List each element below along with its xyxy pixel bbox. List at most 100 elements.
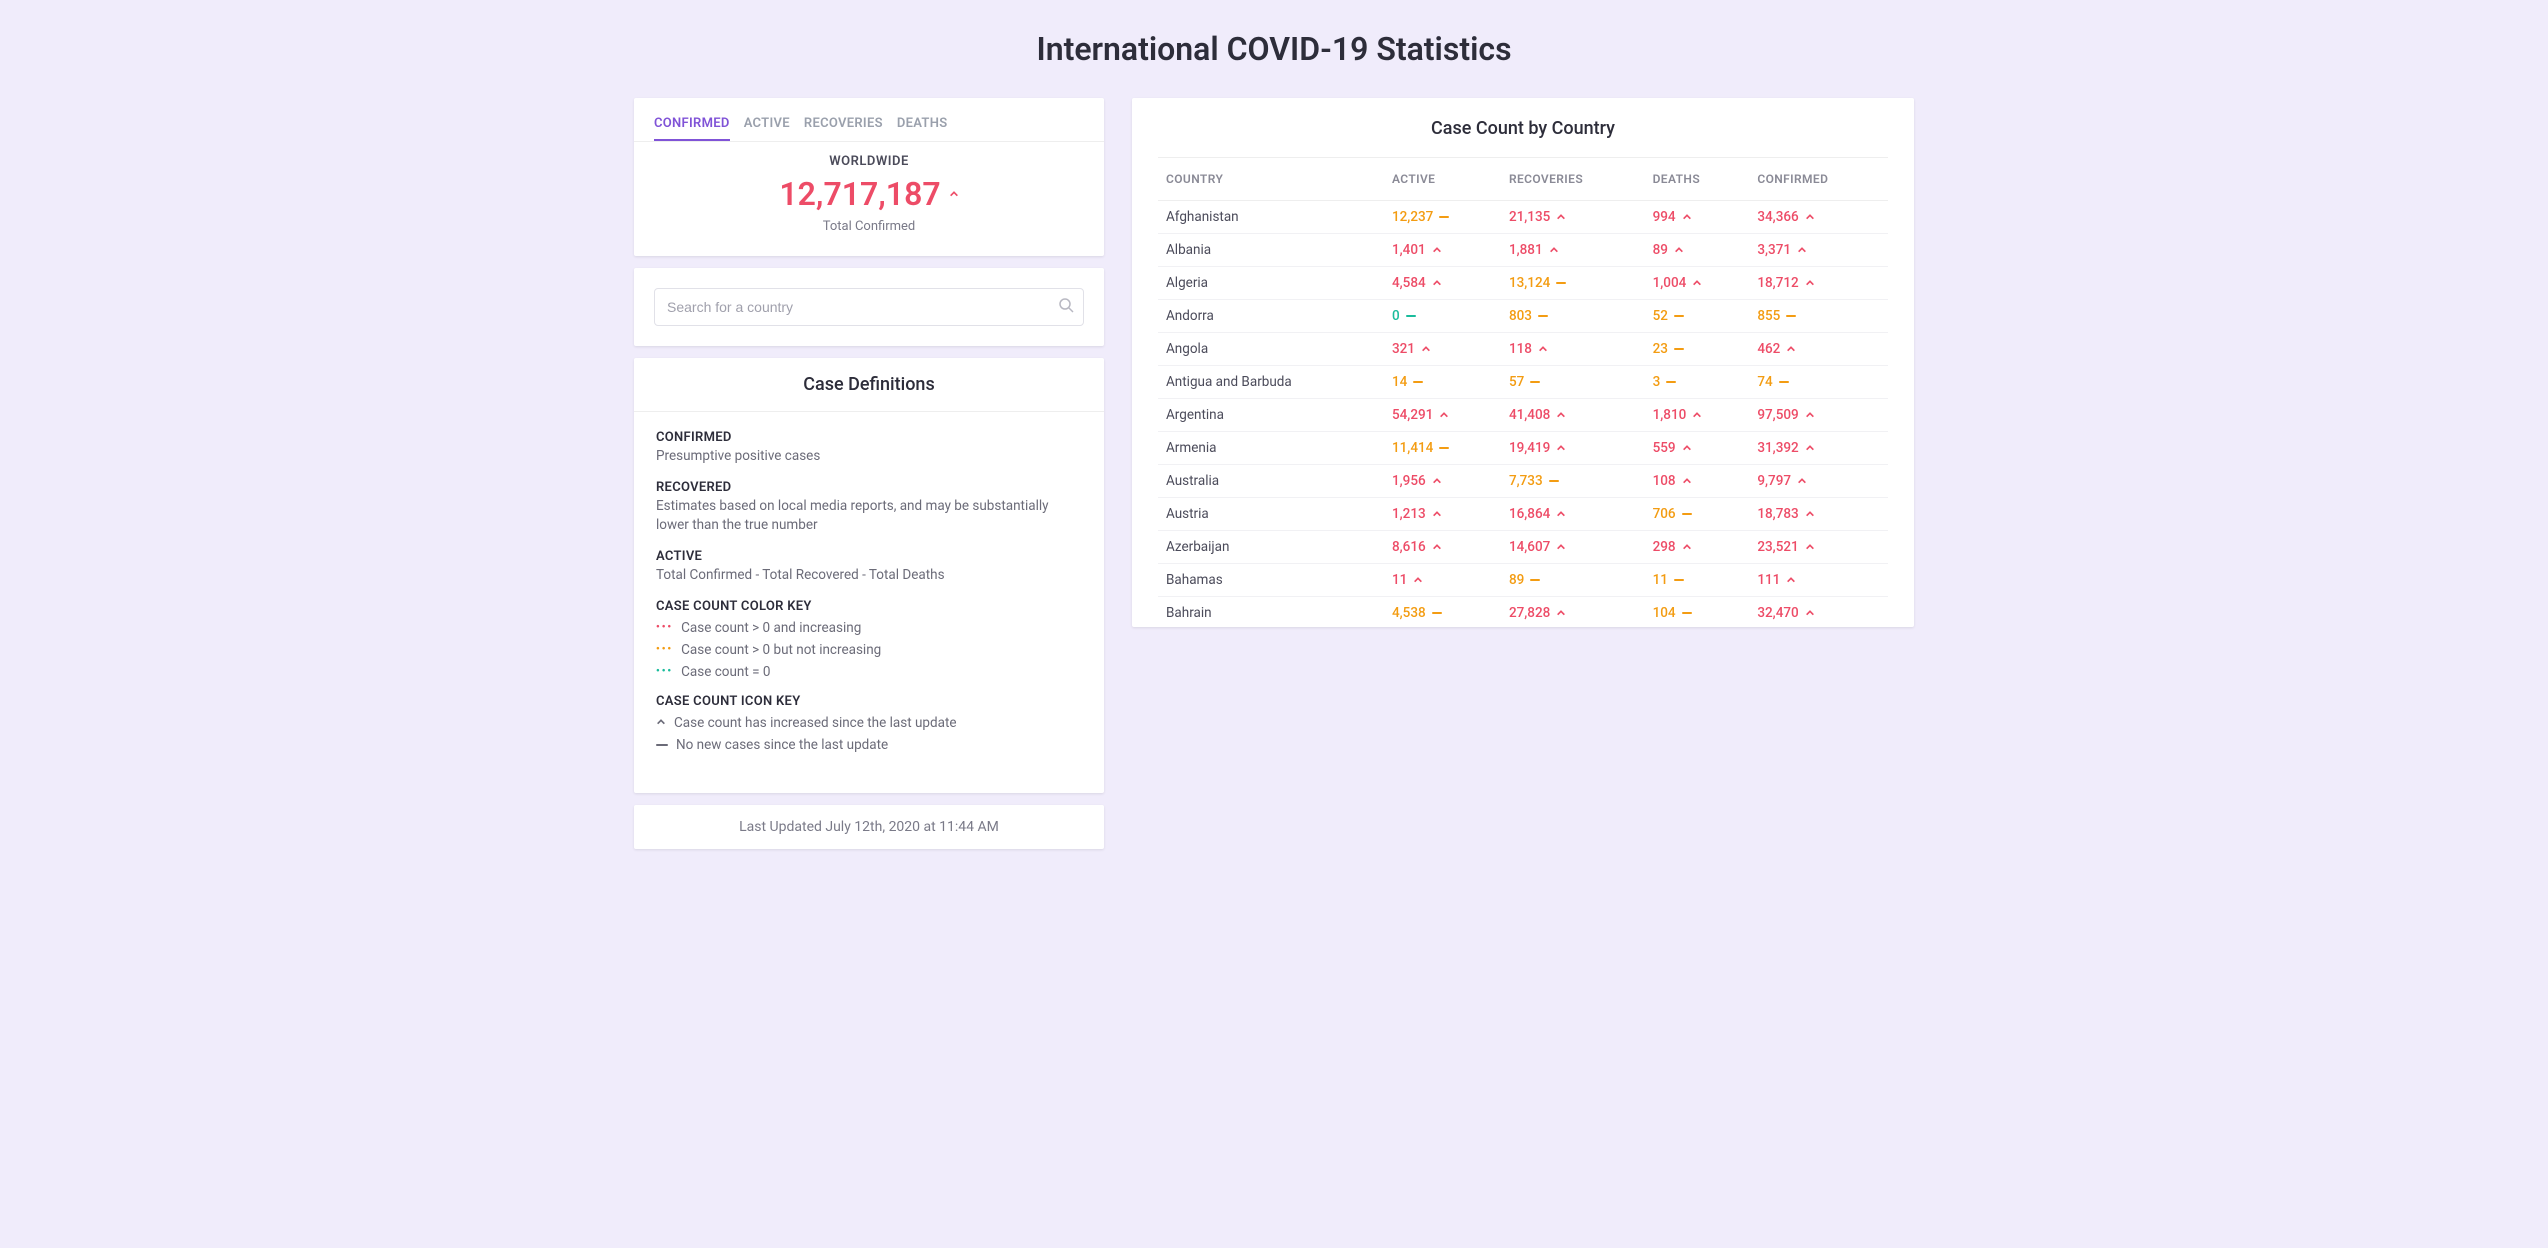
chevron-up-icon (1805, 278, 1815, 288)
chevron-up-icon (1556, 212, 1566, 222)
recoveries-value: 89 (1509, 572, 1540, 588)
confirmed-value: 23,521 (1757, 539, 1814, 555)
chevron-up-icon (1786, 575, 1796, 585)
chevron-up-icon (1432, 245, 1442, 255)
tab-confirmed[interactable]: CONFIRMED (654, 116, 730, 141)
chevron-up-icon (1805, 542, 1815, 552)
def-active-desc: Total Confirmed - Total Recovered - Tota… (656, 566, 1082, 585)
confirmed-value: 31,392 (1757, 440, 1814, 456)
deaths-value: 1,810 (1653, 407, 1703, 423)
confirmed-value: 32,470 (1757, 605, 1814, 621)
chevron-up-icon (1682, 542, 1692, 552)
table-row[interactable]: Andorra080352855 (1158, 300, 1888, 333)
worldwide-number: 12,717,187 (779, 175, 940, 213)
chevron-up-icon (656, 715, 666, 731)
table-row[interactable]: Armenia11,41419,41955931,392 (1158, 432, 1888, 465)
dash-icon (1674, 579, 1684, 581)
worldwide-card: CONFIRMED ACTIVE RECOVERIES DEATHS WORLD… (634, 98, 1104, 256)
icon-key-head: CASE COUNT ICON KEY (656, 694, 1082, 709)
table-row[interactable]: Albania1,4011,881893,371 (1158, 234, 1888, 267)
active-value: 14 (1392, 374, 1423, 390)
last-updated-card: Last Updated July 12th, 2020 at 11:44 AM (634, 805, 1104, 849)
table-row[interactable]: Algeria4,58413,1241,00418,712 (1158, 267, 1888, 300)
active-value: 0 (1392, 308, 1416, 324)
table-row[interactable]: Angola32111823462 (1158, 333, 1888, 366)
active-value: 4,584 (1392, 275, 1442, 291)
active-value: 1,956 (1392, 473, 1442, 489)
col-country[interactable]: COUNTRY (1158, 158, 1384, 201)
country-name: Armenia (1158, 432, 1384, 465)
dash-icon (1674, 315, 1684, 317)
search-input[interactable] (654, 288, 1084, 326)
deaths-value: 298 (1653, 539, 1692, 555)
worldwide-value: 12,717,187 (779, 175, 958, 213)
table-row[interactable]: Austria1,21316,86470618,783 (1158, 498, 1888, 531)
table-row[interactable]: Antigua and Barbuda1457374 (1158, 366, 1888, 399)
color-key-head: CASE COUNT COLOR KEY (656, 599, 1082, 614)
chevron-up-icon (1682, 212, 1692, 222)
confirmed-value: 111 (1757, 572, 1796, 588)
country-name: Austria (1158, 498, 1384, 531)
chevron-up-icon (1805, 212, 1815, 222)
col-confirmed[interactable]: CONFIRMED (1749, 158, 1888, 201)
table-row[interactable]: Bahamas118911111 (1158, 564, 1888, 597)
col-deaths[interactable]: DEATHS (1645, 158, 1750, 201)
chevron-up-icon (1538, 344, 1548, 354)
confirmed-value: 462 (1757, 341, 1796, 357)
icon-key-flat: No new cases since the last update (676, 737, 888, 753)
table-row[interactable]: Afghanistan12,23721,13599434,366 (1158, 201, 1888, 234)
worldwide-label: WORLDWIDE (654, 154, 1084, 169)
recoveries-value: 1,881 (1509, 242, 1559, 258)
search-icon (1058, 297, 1074, 317)
dash-icon (1530, 381, 1540, 383)
deaths-value: 3 (1653, 374, 1677, 390)
country-name: Angola (1158, 333, 1384, 366)
page-title: International COVID-19 Statistics (634, 30, 1914, 68)
country-name: Bahrain (1158, 597, 1384, 628)
dash-icon (1432, 612, 1442, 614)
table-row[interactable]: Bahrain4,53827,82810432,470 (1158, 597, 1888, 628)
table-scroll[interactable]: COUNTRY ACTIVE RECOVERIES DEATHS CONFIRM… (1158, 157, 1888, 627)
dots-green-icon: ••• (656, 666, 673, 677)
active-value: 8,616 (1392, 539, 1442, 555)
last-updated: Last Updated July 12th, 2020 at 11:44 AM (739, 819, 999, 835)
chevron-up-icon (949, 189, 959, 199)
confirmed-value: 18,783 (1757, 506, 1814, 522)
dash-icon (1674, 348, 1684, 350)
tab-active[interactable]: ACTIVE (744, 116, 790, 141)
country-table-card: Case Count by Country COUNTRY ACTIVE REC… (1132, 98, 1914, 627)
color-key-red: Case count > 0 and increasing (681, 620, 861, 636)
chevron-up-icon (1692, 278, 1702, 288)
chevron-up-icon (1556, 443, 1566, 453)
tab-recoveries[interactable]: RECOVERIES (804, 116, 883, 141)
dash-icon (1538, 315, 1548, 317)
active-value: 11,414 (1392, 440, 1449, 456)
def-confirmed-head: CONFIRMED (656, 430, 1082, 445)
table-row[interactable]: Azerbaijan 8,616 14,607 298 23,521 (1158, 531, 1888, 564)
chevron-up-icon (1797, 476, 1807, 486)
tab-deaths[interactable]: DEATHS (897, 116, 948, 141)
color-key-orange: Case count > 0 but not increasing (681, 642, 881, 658)
deaths-value: 89 (1653, 242, 1684, 258)
dash-icon (1666, 381, 1676, 383)
table-row[interactable]: Argentina54,29141,4081,81097,509 (1158, 399, 1888, 432)
country-name: Algeria (1158, 267, 1384, 300)
confirmed-value: 97,509 (1757, 407, 1814, 423)
dash-icon (1556, 282, 1566, 284)
country-name: Bahamas (1158, 564, 1384, 597)
country-name: Azerbaijan (1158, 531, 1384, 564)
col-recoveries[interactable]: RECOVERIES (1501, 158, 1645, 201)
chevron-up-icon (1439, 410, 1449, 420)
dash-icon (656, 744, 668, 746)
chevron-up-icon (1556, 608, 1566, 618)
country-name: Argentina (1158, 399, 1384, 432)
recoveries-value: 19,419 (1509, 440, 1566, 456)
recoveries-value: 14,607 (1509, 539, 1566, 555)
country-name: Andorra (1158, 300, 1384, 333)
col-active[interactable]: ACTIVE (1384, 158, 1501, 201)
chevron-up-icon (1682, 443, 1692, 453)
chevron-up-icon (1805, 410, 1815, 420)
chevron-up-icon (1682, 476, 1692, 486)
confirmed-value: 3,371 (1757, 242, 1807, 258)
table-row[interactable]: Australia1,9567,7331089,797 (1158, 465, 1888, 498)
